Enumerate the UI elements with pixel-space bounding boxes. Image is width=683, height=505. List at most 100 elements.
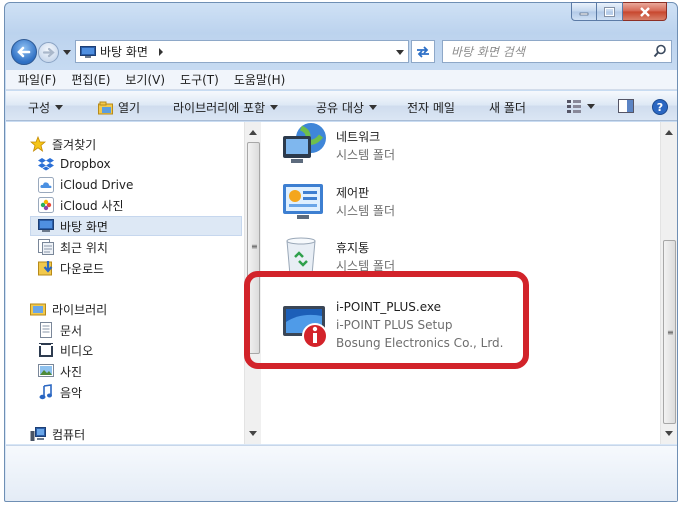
- search-input[interactable]: 바탕 화면 검색: [442, 40, 672, 63]
- email-button[interactable]: 전자 메일: [407, 99, 455, 116]
- nav-item-recent[interactable]: 최근 위치: [38, 237, 108, 257]
- breadcrumb-chevron-icon[interactable]: [156, 47, 166, 57]
- scroll-down-icon[interactable]: [249, 431, 257, 436]
- chevron-down-icon: [63, 49, 71, 55]
- forward-arrow-icon: [42, 47, 55, 58]
- nav-item-downloads-label: 다운로드: [60, 261, 105, 276]
- dropbox-icon: [38, 158, 54, 171]
- network-icon: [283, 123, 326, 163]
- nav-item-icloud-photos[interactable]: iCloud 사진: [38, 195, 124, 215]
- new-folder-button[interactable]: 새 폴더: [489, 99, 526, 116]
- open-label: 열기: [118, 101, 141, 115]
- file-scrollbar[interactable]: ≡: [660, 122, 677, 444]
- address-bar[interactable]: 바탕 화면: [75, 40, 409, 63]
- menu-view[interactable]: 보기(V): [125, 71, 165, 88]
- file-name: 네트워크: [336, 130, 381, 144]
- file-item-network[interactable]: 네트워크 시스템 폴더: [281, 122, 561, 170]
- organize-button[interactable]: 구성: [28, 99, 64, 116]
- library-icon: [30, 303, 46, 316]
- maximize-button[interactable]: [597, 2, 623, 21]
- minimize-button[interactable]: [571, 2, 597, 21]
- address-dropdown-icon[interactable]: [396, 46, 404, 58]
- nav-libraries-label: 라이브러리: [52, 302, 108, 317]
- documents-icon: [40, 322, 52, 338]
- navigation-pane: 즐겨찾기 Dropbox iCloud Drive iCloud 사진 바탕 화…: [6, 122, 243, 444]
- file-scroll-thumb[interactable]: ≡: [663, 240, 676, 424]
- window-caption-buttons: [571, 2, 667, 21]
- icloud-photos-icon: [38, 197, 54, 213]
- nav-computer[interactable]: 컴퓨터: [30, 424, 85, 444]
- change-view-button[interactable]: [566, 99, 595, 113]
- scroll-up-icon[interactable]: [665, 130, 673, 135]
- grip-icon: ≡: [251, 242, 258, 251]
- nav-item-dropbox[interactable]: Dropbox: [38, 154, 111, 174]
- command-bar: 구성 열기 라이브러리에 포함 공유 대상 전자 메일 새 폴더 ?: [6, 91, 677, 121]
- open-button[interactable]: 열기: [98, 99, 140, 116]
- star-icon: [30, 136, 46, 152]
- refresh-button[interactable]: [411, 40, 435, 63]
- nav-item-videos-label: 비디오: [60, 343, 94, 358]
- close-button[interactable]: [623, 2, 667, 21]
- desktop-icon: [38, 219, 54, 232]
- include-in-library-button[interactable]: 라이브러리에 포함: [173, 99, 279, 116]
- nav-favorites[interactable]: 즐겨찾기: [30, 134, 96, 154]
- control-panel-icon: [283, 184, 323, 219]
- nav-item-pictures[interactable]: 사진: [38, 361, 82, 381]
- scroll-down-icon[interactable]: [665, 431, 673, 436]
- video-icon: [39, 343, 53, 357]
- search-icon[interactable]: [653, 44, 667, 58]
- details-pane: [6, 445, 677, 501]
- svg-text:?: ?: [657, 101, 663, 114]
- preview-pane-button[interactable]: [618, 99, 634, 113]
- nav-item-desktop[interactable]: 바탕 화면: [38, 216, 108, 236]
- chevron-down-icon: [587, 103, 595, 109]
- download-icon: [38, 261, 53, 276]
- nav-item-icloud-photos-label: iCloud 사진: [60, 198, 124, 213]
- open-icon: [98, 101, 113, 114]
- back-arrow-icon: [17, 46, 31, 58]
- nav-item-music-label: 음악: [60, 385, 83, 400]
- file-name: 휴지통: [336, 241, 370, 255]
- recent-icon: [38, 239, 54, 255]
- computer-icon: [30, 427, 46, 441]
- close-icon: [639, 6, 650, 17]
- nav-item-downloads[interactable]: 다운로드: [38, 258, 104, 278]
- menu-edit[interactable]: 편집(E): [71, 71, 110, 88]
- nav-favorites-label: 즐겨찾기: [52, 137, 97, 152]
- search-placeholder: 바탕 화면 검색: [451, 45, 525, 59]
- share-with-button[interactable]: 공유 대상: [316, 99, 377, 116]
- chevron-down-icon: [270, 105, 279, 110]
- icloud-icon: [38, 177, 54, 193]
- nav-libraries[interactable]: 라이브러리: [30, 299, 107, 319]
- help-button[interactable]: ?: [652, 99, 668, 115]
- forward-button[interactable]: [38, 42, 59, 63]
- nav-item-icloud-drive[interactable]: iCloud Drive: [38, 175, 133, 195]
- scroll-up-icon[interactable]: [249, 130, 257, 135]
- chevron-down-icon: [55, 105, 64, 110]
- nav-item-pictures-label: 사진: [60, 364, 83, 379]
- help-icon: ?: [652, 99, 668, 115]
- explorer-window: 바탕 화면 바탕 화면 검색 파일(F) 편집(E) 보기(V) 도구(T) 도…: [4, 2, 678, 502]
- file-type: 시스템 폴더: [336, 148, 396, 162]
- recent-pages-button[interactable]: [61, 45, 73, 59]
- preview-pane-icon: [618, 99, 634, 113]
- pictures-icon: [38, 364, 54, 377]
- email-label: 전자 메일: [407, 101, 455, 115]
- view-options-icon: [567, 100, 581, 113]
- include-library-label: 라이브러리에 포함: [173, 101, 266, 115]
- refresh-icon: [417, 45, 429, 58]
- back-button[interactable]: [11, 39, 37, 65]
- address-location[interactable]: 바탕 화면: [100, 43, 148, 60]
- menu-bar: 파일(F) 편집(E) 보기(V) 도구(T) 도움말(H): [6, 70, 677, 90]
- file-item-control-panel[interactable]: 제어판 시스템 폴더: [281, 178, 561, 226]
- navigation-row: 바탕 화면 바탕 화면 검색: [11, 39, 673, 65]
- nav-item-documents[interactable]: 문서: [38, 320, 82, 340]
- menu-help[interactable]: 도움말(H): [234, 71, 286, 88]
- nav-item-music[interactable]: 음악: [38, 382, 82, 402]
- grip-icon: ≡: [667, 328, 674, 337]
- nav-item-desktop-label: 바탕 화면: [60, 219, 108, 234]
- nav-item-videos[interactable]: 비디오: [38, 340, 93, 360]
- menu-tools[interactable]: 도구(T): [180, 71, 219, 88]
- file-name: 제어판: [336, 186, 370, 200]
- menu-file[interactable]: 파일(F): [18, 71, 56, 88]
